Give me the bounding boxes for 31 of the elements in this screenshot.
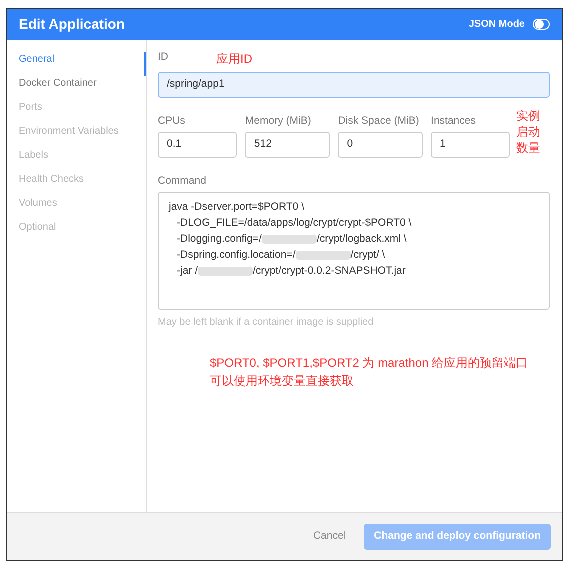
field-label: Command [158,174,208,188]
command-text: -Dlogging.config=/ [177,233,262,245]
annotation-text: 可以使用环境变量直接获取 [210,373,355,390]
command-text: -DLOG_FILE=/data/apps/log/crypt/crypt-$PORT0 \ [177,217,412,229]
field-label: Instances [431,114,477,128]
resource-field[interactable]: 1 [431,132,510,158]
json-mode-label: JSON Mode [468,18,525,32]
resource-field[interactable]: 0.1 [158,132,238,158]
annotation-text: $PORT0, $PORT1,$PORT2 为 marathon 给应用的预留端口 [210,355,530,372]
cancel-button[interactable]: Cancel [307,528,352,546]
command-text: -jar / [177,265,198,277]
annotation-text: 应用ID [216,51,252,68]
resource-field[interactable]: 0 [338,132,424,158]
command-text: /crypt/crypt-0.0.2-SNAPSHOT.jar [253,265,406,277]
field-label: ID [158,50,168,64]
resource-field[interactable]: 512 [245,132,330,158]
window-title: Edit Application [19,15,126,34]
sidebar-item[interactable]: General [7,52,146,76]
field-label: CPUs [158,114,186,128]
command-text: java -Dserver.port=$PORT0 \ [169,201,304,213]
id-field[interactable]: /spring/app1 [158,72,550,98]
command-text: -Dspring.config.location=/ [177,249,296,261]
help-text: May be left blank if a container image is supplied [158,316,375,330]
field-label: Disk Space (MiB) [338,114,420,128]
command-field[interactable]: java -Dserver.port=$PORT0 \ -DLOG_FILE=/data/apps/log/crypt/crypt-$PORT0 \ -Dlogging.config=/ /crypt/logback.xml \ -Dspring.config.location=/ /crypt/ \ -jar / /crypt/crypt-0.0.2-SNAPSHOT.jar [158,192,550,310]
field-label: Memory (MiB) [245,114,312,128]
command-text: /crypt/ \ [350,249,386,261]
command-text: /crypt/logback.xml \ [316,233,407,245]
annotation-text: 实例启动数量 [516,108,542,158]
sidebar-item[interactable]: Docker Container [7,76,146,100]
json-mode-toggle[interactable] [533,19,550,30]
